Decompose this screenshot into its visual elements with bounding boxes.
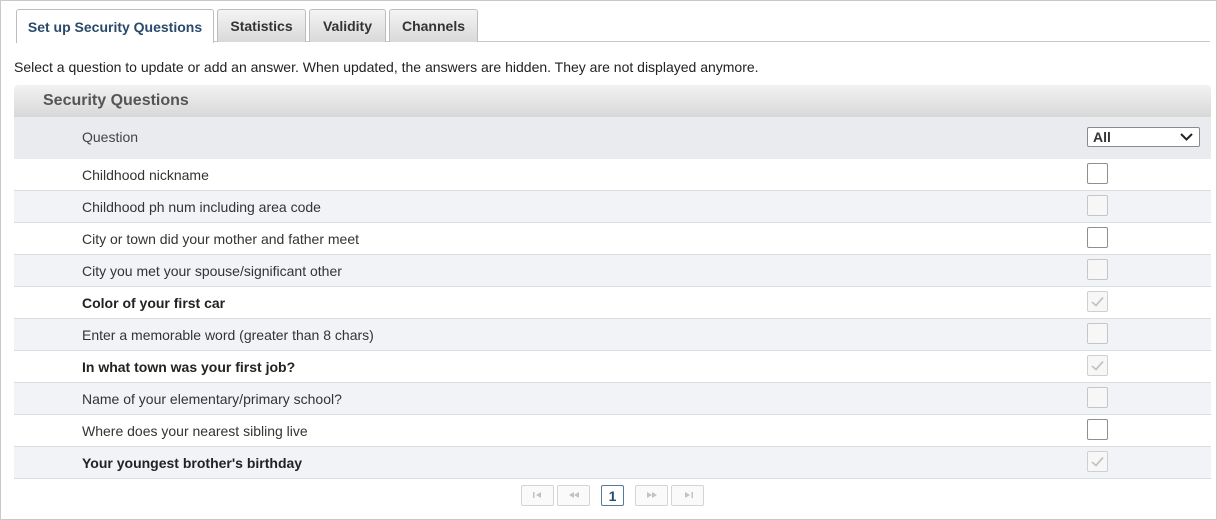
tab-validity[interactable]: Validity [309,9,386,42]
tab-label: Statistics [230,18,293,34]
chevron-down-icon [1180,133,1193,141]
answer-filter-select[interactable]: All [1087,127,1200,147]
column-header-question: Question [82,129,139,145]
next-page-button[interactable] [635,485,668,506]
question-text: Enter a memorable word (greater than 8 c… [82,327,374,343]
panel-title: Security Questions [43,92,189,109]
checkmark-icon [1091,456,1104,467]
tab-label: Channels [401,18,465,34]
answer-checkbox[interactable] [1087,419,1108,440]
table-row[interactable]: Childhood nickname [14,159,1211,191]
table-row[interactable]: Color of your first car [14,287,1211,319]
prev-page-button[interactable] [557,485,590,506]
question-text: Color of your first car [82,295,226,311]
table-row[interactable]: City or town did your mother and father … [14,223,1211,255]
first-page-icon [532,491,544,501]
question-text: Your youngest brother's birthday [82,455,303,471]
tab-set-up-security-questions[interactable]: Set up Security Questions [16,9,214,43]
table-row[interactable]: Your youngest brother's birthday [14,447,1211,479]
table-row[interactable]: Childhood ph num including area code [14,191,1211,223]
filter-selected-value: All [1093,129,1111,145]
tab-bar: Set up Security Questions Statistics Val… [16,9,1210,43]
question-text: Childhood ph num including area code [82,199,321,215]
question-text: Where does your nearest sibling live [82,423,308,439]
question-text: Name of your elementary/primary school? [82,391,342,407]
last-page-icon [682,491,694,501]
question-text: Childhood nickname [82,167,209,183]
tab-channels[interactable]: Channels [389,9,478,42]
page-number: 1 [608,487,617,504]
table-row[interactable]: Name of your elementary/primary school? [14,383,1211,415]
answer-checkbox[interactable] [1087,291,1108,312]
answer-checkbox[interactable] [1087,323,1108,344]
question-text: City or town did your mother and father … [82,231,360,247]
answer-checkbox[interactable] [1087,163,1108,184]
tab-label: Validity [322,18,373,34]
table-row[interactable]: Where does your nearest sibling live [14,415,1211,447]
security-questions-window: Set up Security Questions Statistics Val… [0,0,1217,520]
answer-checkbox[interactable] [1087,259,1108,280]
question-text: City you met your spouse/significant oth… [82,263,342,279]
questions-table: Childhood nickname Childhood ph num incl… [14,159,1211,479]
panel-header: Security Questions [14,85,1211,117]
first-page-button[interactable] [521,485,554,506]
answer-checkbox[interactable] [1087,195,1108,216]
answer-checkbox[interactable] [1087,227,1108,248]
table-row[interactable]: City you met your spouse/significant oth… [14,255,1211,287]
question-text: In what town was your first job? [82,359,296,375]
next-page-icon [645,491,659,501]
table-header: Question All [14,117,1211,159]
answer-checkbox[interactable] [1087,451,1108,472]
answer-checkbox[interactable] [1087,355,1108,376]
last-page-button[interactable] [671,485,704,506]
instructions-text: Select a question to update or add an an… [14,59,759,75]
prev-page-icon [567,491,581,501]
page-number-button[interactable]: 1 [601,485,624,506]
checkmark-icon [1091,360,1104,371]
checkmark-icon [1091,296,1104,307]
answer-checkbox[interactable] [1087,387,1108,408]
table-row[interactable]: In what town was your first job? [14,351,1211,383]
table-row[interactable]: Enter a memorable word (greater than 8 c… [14,319,1211,351]
tab-label: Set up Security Questions [27,18,203,35]
tab-statistics[interactable]: Statistics [217,9,306,42]
